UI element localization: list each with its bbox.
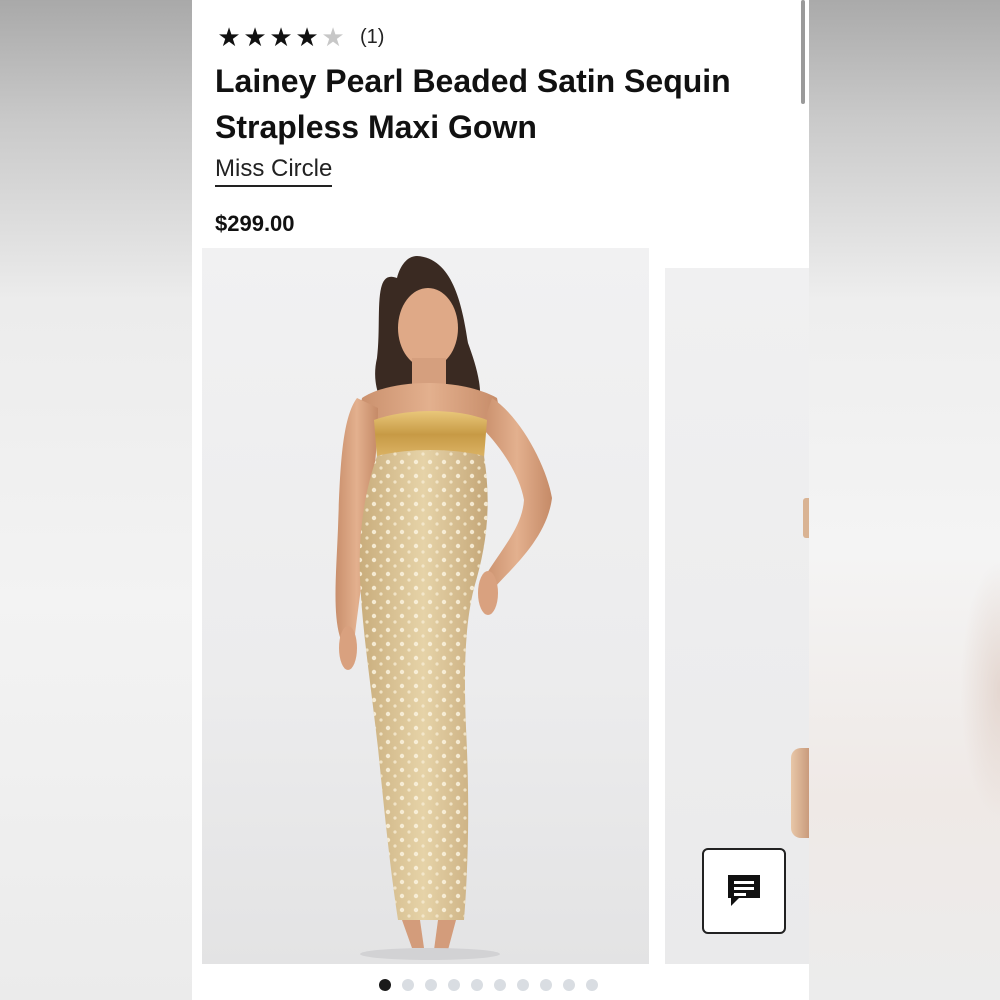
carousel-dot[interactable] <box>471 979 483 991</box>
product-page: ★ ★ ★ ★ ★ (1) Lainey Pearl Beaded Satin … <box>192 0 809 1000</box>
scrollbar[interactable] <box>801 0 805 104</box>
model-in-gown-image <box>335 256 552 960</box>
product-rating[interactable]: ★ ★ ★ ★ ★ (1) <box>216 24 384 50</box>
carousel-dot[interactable] <box>563 979 575 991</box>
blurred-backdrop-left <box>0 0 192 1000</box>
carousel-pagination[interactable] <box>192 977 809 993</box>
chat-icon <box>728 875 760 906</box>
review-count-link[interactable]: (1) <box>360 26 384 49</box>
rating-stars: ★ ★ ★ ★ ★ <box>216 24 346 50</box>
carousel-dot[interactable] <box>517 979 529 991</box>
blurred-backdrop-right <box>808 0 1000 1000</box>
star-icon: ★ <box>217 22 241 52</box>
carousel-dot[interactable] <box>540 979 552 991</box>
product-price: $299.00 <box>215 211 295 236</box>
product-image-main[interactable] <box>202 248 649 964</box>
carousel-dot[interactable] <box>402 979 414 991</box>
star-outline-icon: ★ <box>321 22 345 52</box>
carousel-dot[interactable] <box>586 979 598 991</box>
product-title: Lainey Pearl Beaded Satin Sequin Straple… <box>215 63 731 145</box>
carousel-dot[interactable] <box>494 979 506 991</box>
carousel-dot[interactable] <box>425 979 437 991</box>
brand-link[interactable]: Miss Circle <box>215 155 333 187</box>
chat-button[interactable] <box>702 848 786 934</box>
star-icon: ★ <box>295 22 319 52</box>
carousel-dot[interactable] <box>448 979 460 991</box>
star-icon: ★ <box>243 22 267 52</box>
star-icon: ★ <box>269 22 293 52</box>
carousel-dot[interactable] <box>379 979 391 991</box>
